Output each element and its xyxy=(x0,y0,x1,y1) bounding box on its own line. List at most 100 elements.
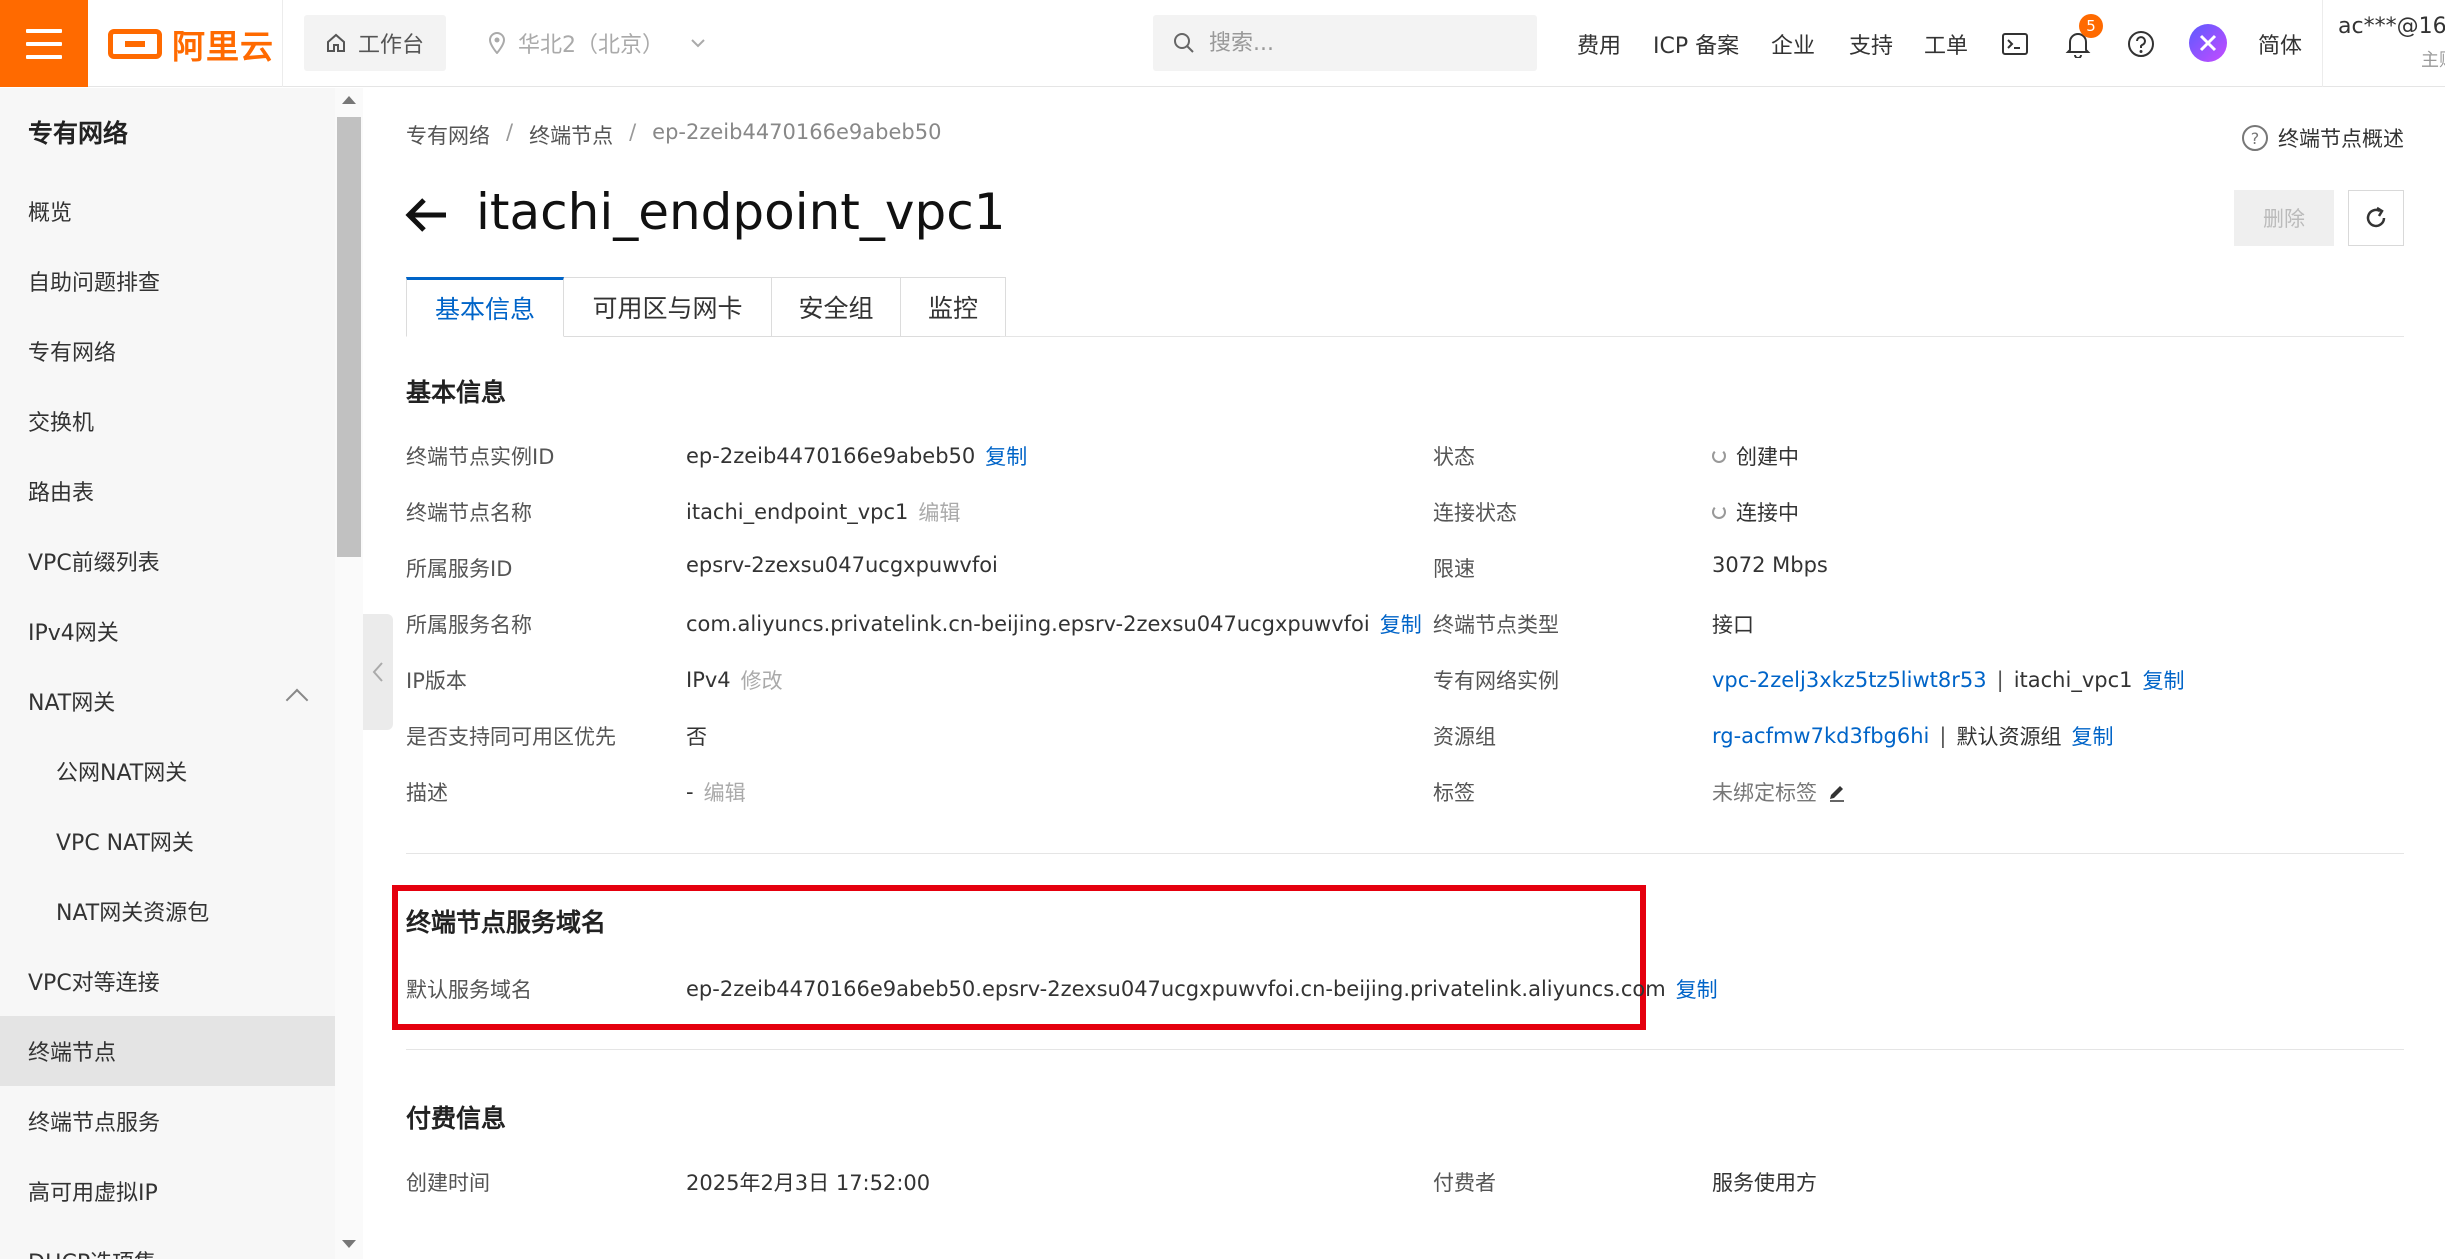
field-label: 资源组 xyxy=(1433,725,1496,749)
page-title: itachi_endpoint_vpc1 xyxy=(476,183,1006,241)
sidebar-item-nat-package[interactable]: NAT网关资源包 xyxy=(0,876,335,946)
help-icon[interactable] xyxy=(2121,24,2161,64)
status: 创建中 xyxy=(1736,445,1799,469)
field-label: 连接状态 xyxy=(1433,501,1517,525)
sidebar-item-overview[interactable]: 概览 xyxy=(0,176,335,246)
endpoint-id: ep-2zeib4470166e9abeb50 xyxy=(686,444,976,468)
billing-title: 付费信息 xyxy=(406,1104,507,1133)
chevron-left-icon xyxy=(372,662,383,682)
field-value: vpc-2zelj3xkz5tz5liwt8r53 | itachi_vpc1 … xyxy=(1712,665,2184,695)
sidebar-item-vswitch[interactable]: 交换机 xyxy=(0,386,335,456)
created-time: 2025年2月3日 17:52:00 xyxy=(686,1171,931,1195)
endpoint-overview-link[interactable]: ? 终端节点概述 xyxy=(2242,123,2404,153)
scroll-down-icon[interactable] xyxy=(342,1240,356,1248)
field-label: 终端节点类型 xyxy=(1433,613,1559,637)
language-switch[interactable]: 简体 xyxy=(2258,0,2302,87)
modify-ip-version-link[interactable]: 修改 xyxy=(741,665,783,695)
divider xyxy=(406,1049,2404,1050)
scroll-up-icon[interactable] xyxy=(342,96,356,104)
aliyun-logo[interactable]: 阿里云 xyxy=(108,24,274,66)
nav-ticket[interactable]: 工单 xyxy=(1924,0,1968,87)
logo-mark-icon xyxy=(108,29,162,59)
breadcrumb-vpc[interactable]: 专有网络 xyxy=(406,120,490,150)
divider xyxy=(282,0,283,87)
top-bar: 阿里云 工作台 华北2（北京） 费用 ICP 备案 企业 支持 工单 5 简体 … xyxy=(0,0,2445,87)
field-value: - 编辑 xyxy=(686,777,746,807)
sidebar-item-prefix-list[interactable]: VPC前缀列表 xyxy=(0,526,335,596)
copy-vpc-link[interactable]: 复制 xyxy=(2142,665,2184,695)
sidebar-item-havip[interactable]: 高可用虚拟IP xyxy=(0,1156,335,1226)
breadcrumb: 专有网络 / 终端节点 / ep-2zeib4470166e9abeb50 xyxy=(406,120,941,150)
sidebar-item-vpc-nat[interactable]: VPC NAT网关 xyxy=(0,806,335,876)
sidebar-collapse-button[interactable] xyxy=(363,614,393,730)
sidebar-item-public-nat[interactable]: 公网NAT网关 xyxy=(0,736,335,806)
nav-enterprise[interactable]: 企业 xyxy=(1771,0,1815,87)
connection-status: 连接中 xyxy=(1736,501,1799,525)
menu-icon[interactable] xyxy=(0,0,88,87)
sidebar-item-dhcp[interactable]: DHCP选项集 xyxy=(0,1226,335,1259)
copy-service-name-link[interactable]: 复制 xyxy=(1380,609,1422,639)
notification-badge: 5 xyxy=(2079,14,2103,38)
refresh-button[interactable] xyxy=(2348,190,2404,246)
tab-zones-eni[interactable]: 可用区与网卡 xyxy=(564,277,772,337)
sidebar-item-route-table[interactable]: 路由表 xyxy=(0,456,335,526)
search-box xyxy=(1153,15,1537,71)
field-label: 专有网络实例 xyxy=(1433,669,1559,693)
field-value: ep-2zeib4470166e9abeb50.epsrv-2zexsu047u… xyxy=(686,974,1718,1004)
copy-endpoint-id-link[interactable]: 复制 xyxy=(985,441,1027,471)
breadcrumb-endpoint[interactable]: 终端节点 xyxy=(529,120,613,150)
vpc-instance-link[interactable]: vpc-2zelj3xkz5tz5liwt8r53 xyxy=(1712,668,1987,692)
service-name: com.aliyuncs.privatelink.cn-beijing.epsr… xyxy=(686,612,1370,636)
sidebar-item-nat-gateway[interactable]: NAT网关 xyxy=(0,666,335,736)
field-value: IPv4 修改 xyxy=(686,665,783,695)
workbench-button[interactable]: 工作台 xyxy=(304,15,446,71)
separator: | xyxy=(1939,724,1947,748)
tags-value: 未绑定标签 xyxy=(1712,781,1817,805)
domain-section-title: 终端节点服务域名 xyxy=(406,908,607,937)
nav-icp[interactable]: ICP 备案 xyxy=(1653,0,1739,87)
search-input[interactable] xyxy=(1209,30,1509,56)
back-arrow-icon[interactable] xyxy=(404,192,450,238)
endpoint-name: itachi_endpoint_vpc1 xyxy=(686,500,909,524)
sidebar-item-troubleshoot[interactable]: 自助问题排查 xyxy=(0,246,335,316)
edit-name-link[interactable]: 编辑 xyxy=(918,497,960,527)
sidebar-item-endpoint[interactable]: 终端节点 xyxy=(0,1016,335,1086)
field-value: ep-2zeib4470166e9abeb50 复制 xyxy=(686,441,1027,471)
ai-assistant-icon[interactable] xyxy=(2189,24,2227,62)
field-value: itachi_endpoint_vpc1 编辑 xyxy=(686,497,960,527)
copy-resource-group-link[interactable]: 复制 xyxy=(2071,721,2113,751)
copy-domain-link[interactable]: 复制 xyxy=(1676,974,1718,1004)
sidebar-item-vpc-peering[interactable]: VPC对等连接 xyxy=(0,946,335,1016)
delete-button[interactable]: 删除 xyxy=(2234,190,2334,246)
sidebar-scroll-thumb[interactable] xyxy=(337,117,361,557)
divider xyxy=(2322,0,2323,87)
description: - xyxy=(686,780,694,804)
edit-pencil-icon[interactable] xyxy=(1827,782,1847,802)
region-selector[interactable]: 华北2（北京） xyxy=(488,15,706,71)
field-label: 状态 xyxy=(1433,445,1475,469)
sidebar-item-ipv4-gateway[interactable]: IPv4网关 xyxy=(0,596,335,666)
sidebar-title: 专有网络 xyxy=(28,119,129,148)
breadcrumb-current: ep-2zeib4470166e9abeb50 xyxy=(652,120,942,144)
overview-link-label: 终端节点概述 xyxy=(2278,127,2404,151)
divider xyxy=(406,853,2404,854)
sidebar-item-endpoint-service[interactable]: 终端节点服务 xyxy=(0,1086,335,1156)
account-name[interactable]: ac***@163. xyxy=(2338,14,2445,39)
sidebar-item-vpc[interactable]: 专有网络 xyxy=(0,316,335,386)
nav-billing[interactable]: 费用 xyxy=(1577,0,1621,87)
field-value: 连接中 xyxy=(1712,497,1799,527)
field-label: 终端节点实例ID xyxy=(406,445,555,469)
home-icon xyxy=(327,33,345,52)
tab-security-group[interactable]: 安全组 xyxy=(772,277,901,337)
resource-group-link[interactable]: rg-acfmw7kd3fbg6hi xyxy=(1712,724,1929,748)
tab-monitoring[interactable]: 监控 xyxy=(901,277,1006,337)
tab-basic-info[interactable]: 基本信息 xyxy=(406,277,564,337)
terminal-icon[interactable] xyxy=(1995,24,2035,64)
edit-description-link[interactable]: 编辑 xyxy=(704,777,746,807)
field-label: 创建时间 xyxy=(406,1171,490,1195)
vpc-name: itachi_vpc1 xyxy=(2013,668,2133,692)
nav-support[interactable]: 支持 xyxy=(1849,0,1893,87)
field-label: 是否支持同可用区优先 xyxy=(406,725,616,749)
workbench-label: 工作台 xyxy=(358,33,425,58)
endpoint-type: 接口 xyxy=(1712,613,1754,637)
